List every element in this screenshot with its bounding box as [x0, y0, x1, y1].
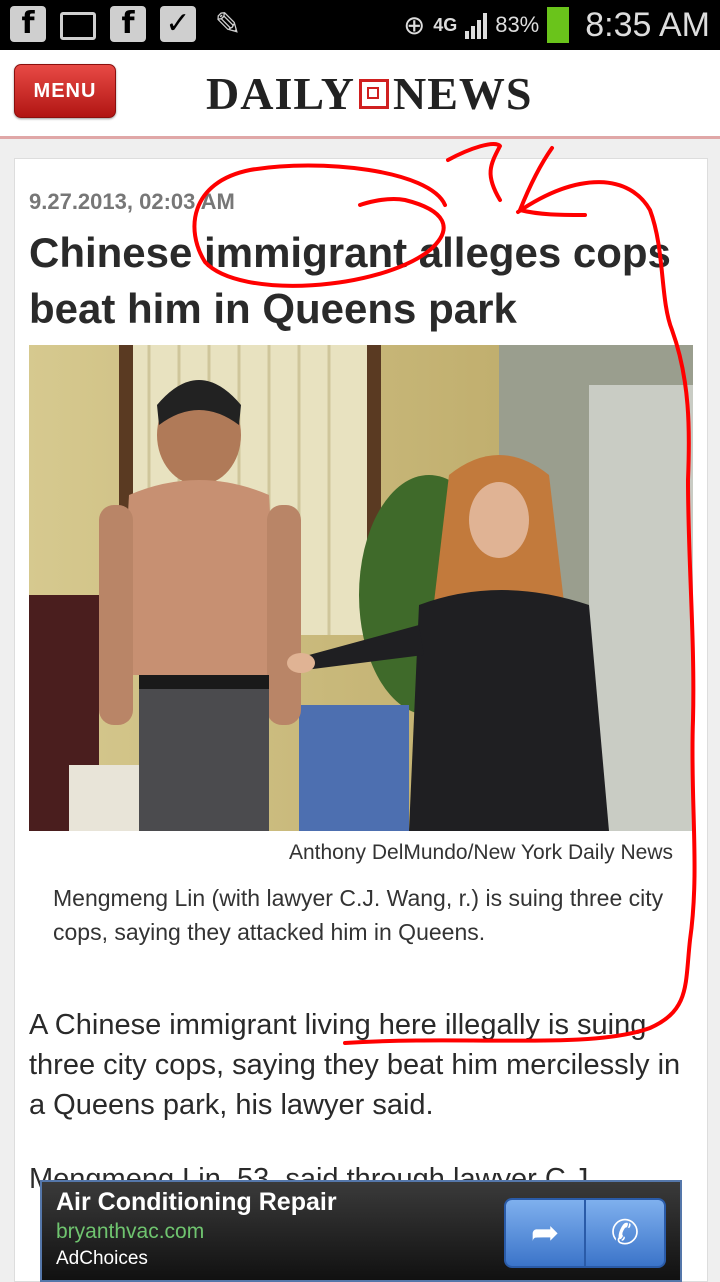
article-date: 9.27.2013, 02:03 AM: [29, 189, 235, 214]
daily-news-logo[interactable]: DAILY NEWS: [206, 67, 533, 120]
article-card: 9.27.2013, 02:03 AM Chinese immigrant al…: [14, 158, 708, 1282]
network-type: 4G: [433, 14, 458, 35]
ad-title[interactable]: Air Conditioning Repair: [56, 1188, 337, 1217]
article-photo[interactable]: [29, 345, 693, 831]
clock: 8:35 AM: [585, 5, 710, 44]
logo-text-daily: DAILY: [206, 68, 356, 119]
status-bar: f f ✓ ✎ ⊕ 4G 83% 8:35 AM: [0, 0, 720, 50]
signal-icon: [465, 11, 488, 39]
menu-button[interactable]: MENU: [14, 64, 116, 118]
site-header: MENU DAILY NEWS: [0, 50, 720, 139]
ad-banner[interactable]: Air Conditioning Repair bryanthvac.com A…: [40, 1180, 682, 1282]
share-arrow-icon[interactable]: ➦: [506, 1200, 584, 1266]
clipboard-check-icon: ✓: [160, 6, 196, 42]
mail-icon: [60, 12, 96, 40]
facebook-icon: f: [10, 6, 46, 42]
photo-illustration: [29, 345, 693, 831]
battery-percent: 83%: [495, 12, 540, 37]
ad-action-buttons: ➦ ✆: [504, 1198, 666, 1268]
data-sync-icon: ⊕: [403, 9, 426, 40]
article-paragraph: A Chinese immigrant living here illegall…: [29, 1009, 681, 1121]
ad-url[interactable]: bryanthvac.com: [56, 1220, 204, 1244]
facebook-icon: f: [110, 6, 146, 42]
logo-text-news: NEWS: [393, 68, 533, 119]
article-headline: Chinese immigrant alleges cops beat him …: [29, 229, 671, 332]
battery-icon: [547, 7, 570, 43]
pencil-icon: ✎: [214, 5, 242, 43]
photo-caption: Mengmeng Lin (with lawyer C.J. Wang, r.)…: [53, 885, 664, 945]
ad-choices-link[interactable]: AdChoices: [56, 1248, 148, 1270]
phone-icon[interactable]: ✆: [584, 1200, 664, 1266]
photo-credit: Anthony DelMundo/New York Daily News: [288, 841, 673, 864]
logo-emblem-icon: [359, 78, 390, 109]
notification-icons: f f ✓ ✎: [10, 6, 246, 42]
